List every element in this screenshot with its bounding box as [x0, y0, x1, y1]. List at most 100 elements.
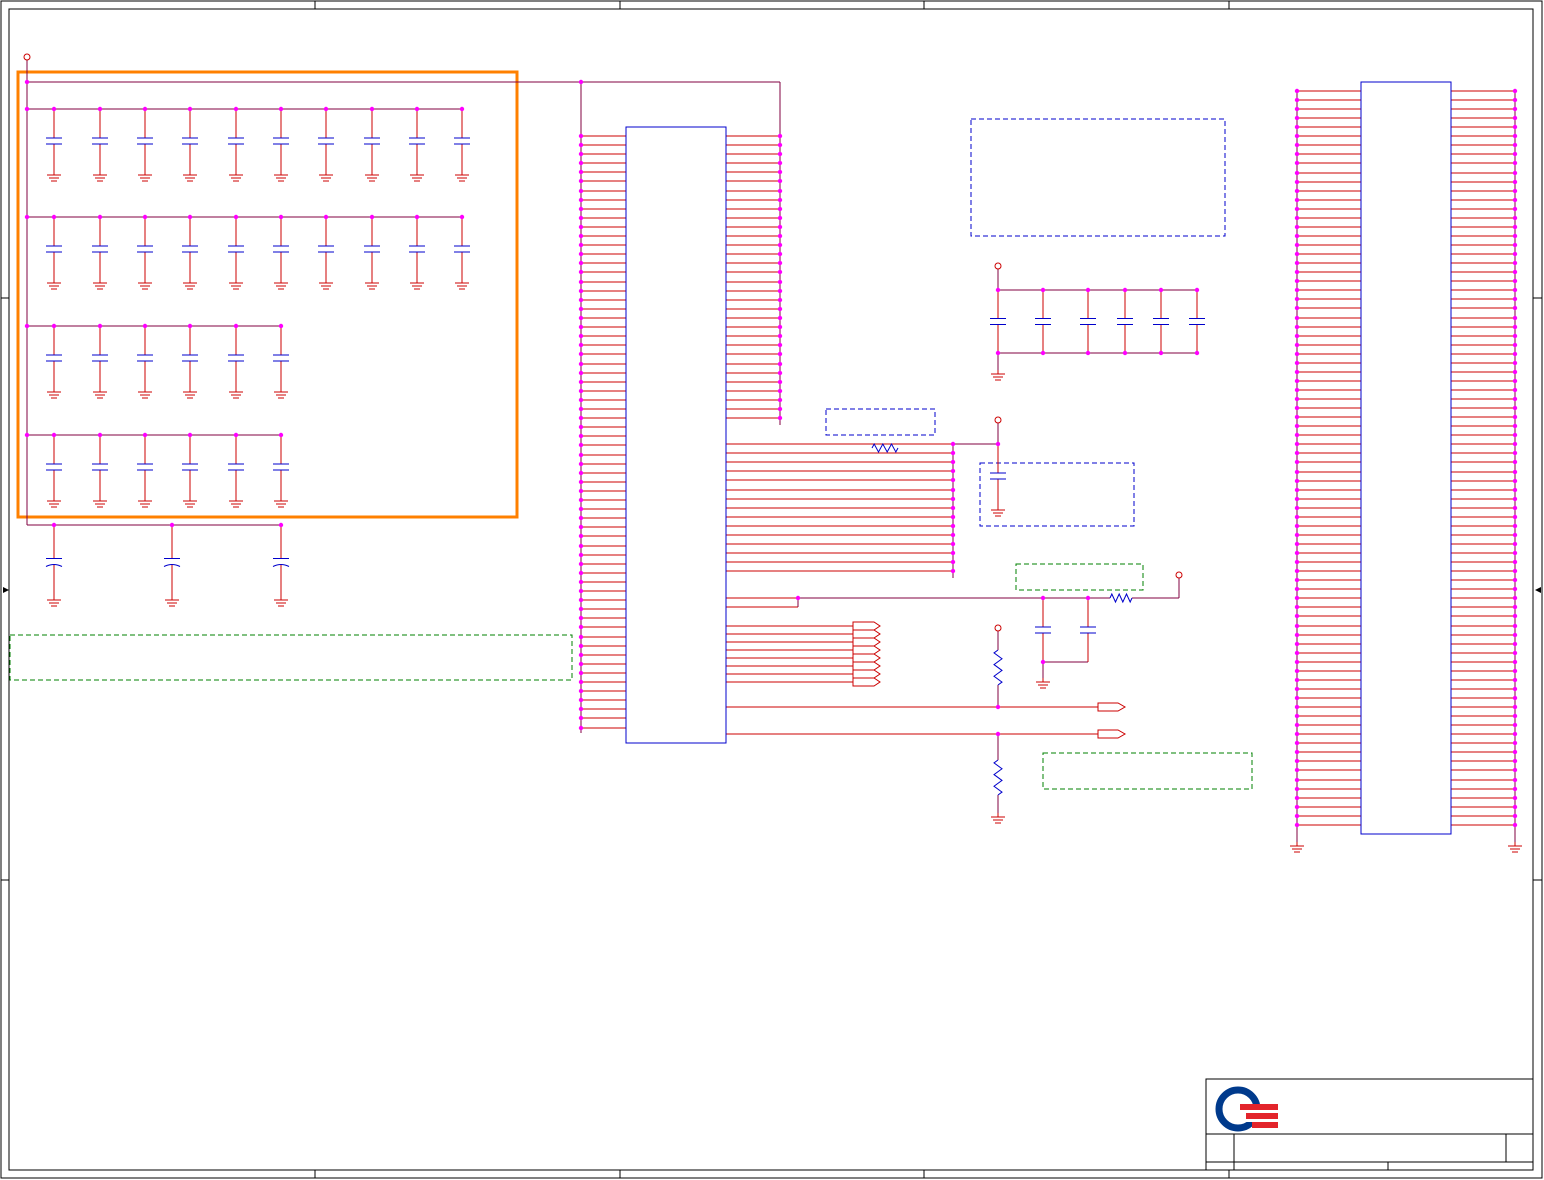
- ground-symbol-icon: [991, 506, 1005, 517]
- junction-dot: [187, 214, 193, 220]
- capacitor-icon: [273, 109, 289, 173]
- junction-dot: [1294, 233, 1300, 239]
- junction-dot: [1294, 487, 1300, 493]
- junction-dot: [1512, 160, 1518, 166]
- junction-dot: [1512, 514, 1518, 520]
- ground-symbol-icon: [319, 171, 333, 182]
- capacitor-icon: [228, 435, 244, 499]
- ground-symbol-icon: [455, 171, 469, 182]
- junction-dot: [1294, 532, 1300, 538]
- junction-dot: [1512, 305, 1518, 311]
- junction-dot: [578, 315, 584, 321]
- capacitor-icon: [228, 217, 244, 281]
- junction-dot: [578, 251, 584, 257]
- junction-dot: [1294, 686, 1300, 692]
- junction-dot: [1512, 758, 1518, 764]
- junction-dot: [1040, 287, 1046, 293]
- junction-dot: [950, 487, 956, 493]
- junction-dot: [950, 477, 956, 483]
- junction-dot: [1294, 351, 1300, 357]
- junction-dot: [578, 488, 584, 494]
- junction-dot: [1294, 813, 1300, 819]
- junction-dot: [1512, 215, 1518, 221]
- junction-dot: [950, 550, 956, 556]
- junction-dot: [1194, 287, 1200, 293]
- junction-dot: [777, 178, 783, 184]
- junction-dot: [777, 361, 783, 367]
- junction-dot: [777, 251, 783, 257]
- frame-center-arrows: [3, 587, 1541, 593]
- junction-dot: [1294, 822, 1300, 828]
- capacitor-icon: [46, 109, 62, 173]
- resistor-zigzag: [993, 759, 1003, 796]
- junction-dot: [1158, 287, 1164, 293]
- junction-dot: [1512, 333, 1518, 339]
- junction-dot: [1512, 668, 1518, 674]
- junction-dot: [1512, 650, 1518, 656]
- junction-dot: [1512, 342, 1518, 348]
- junction-dot: [414, 106, 420, 112]
- junction-dot: [1512, 206, 1518, 212]
- junction-dot: [1294, 478, 1300, 484]
- junction-dot: [1512, 224, 1518, 230]
- junction-dot: [233, 323, 239, 329]
- power-port-icon: [1175, 571, 1183, 579]
- junction-dot: [1512, 722, 1518, 728]
- junction-dot: [578, 652, 584, 658]
- junction-dot: [1512, 432, 1518, 438]
- junction-dot: [1122, 350, 1128, 356]
- junction-dot: [1512, 269, 1518, 275]
- junction-dot: [1512, 731, 1518, 737]
- junction-dot: [1294, 224, 1300, 230]
- junction-dot: [578, 188, 584, 194]
- junction-dot: [1294, 568, 1300, 574]
- junction-dot: [1294, 170, 1300, 176]
- junction-dot: [1512, 115, 1518, 121]
- junction-dot: [777, 333, 783, 339]
- junction-dot: [578, 615, 584, 621]
- junction-dot: [578, 433, 584, 439]
- junction-dot: [1294, 595, 1300, 601]
- junction-dot: [578, 388, 584, 394]
- junction-dot: [777, 279, 783, 285]
- junction-dot: [1294, 423, 1300, 429]
- junction-dot: [578, 706, 584, 712]
- junction-dot: [1512, 505, 1518, 511]
- junction-dot: [578, 634, 584, 640]
- ground-symbol-icon: [47, 171, 61, 182]
- junction-dot: [1294, 668, 1300, 674]
- junction-dot: [578, 715, 584, 721]
- off-page-connector-icon: [852, 677, 881, 687]
- junction-dot: [1294, 632, 1300, 638]
- resistor-icon: [993, 649, 1003, 686]
- junction-dot: [1512, 124, 1518, 130]
- capacitor-icon: [46, 435, 62, 499]
- ground-symbol-icon: [365, 171, 379, 182]
- junction-dot: [995, 350, 1001, 356]
- junction-dot: [1512, 586, 1518, 592]
- ground-symbol-icon: [47, 596, 61, 607]
- junction-dot: [1512, 360, 1518, 366]
- junction-dot: [1294, 160, 1300, 166]
- junction-dot: [578, 215, 584, 221]
- ground-symbol-icon: [229, 171, 243, 182]
- junction-dot: [1294, 786, 1300, 792]
- junction-dot: [51, 522, 57, 528]
- junction-dot: [777, 224, 783, 230]
- capacitor-icon: [137, 217, 153, 281]
- junction-dot: [1294, 496, 1300, 502]
- junction-dot: [578, 142, 584, 148]
- capacitor-icon: [272, 525, 290, 598]
- junction-dot: [1512, 822, 1518, 828]
- junction-dot: [1512, 478, 1518, 484]
- junction-dot: [578, 506, 584, 512]
- junction-dot: [1512, 577, 1518, 583]
- junction-dot: [578, 561, 584, 567]
- junction-dot: [950, 441, 956, 447]
- junction-dot: [51, 432, 57, 438]
- junction-dot: [1512, 550, 1518, 556]
- junction-dot: [1512, 695, 1518, 701]
- junction-dot: [187, 323, 193, 329]
- ground-symbol-icon: [138, 497, 152, 508]
- junction-dot: [777, 160, 783, 166]
